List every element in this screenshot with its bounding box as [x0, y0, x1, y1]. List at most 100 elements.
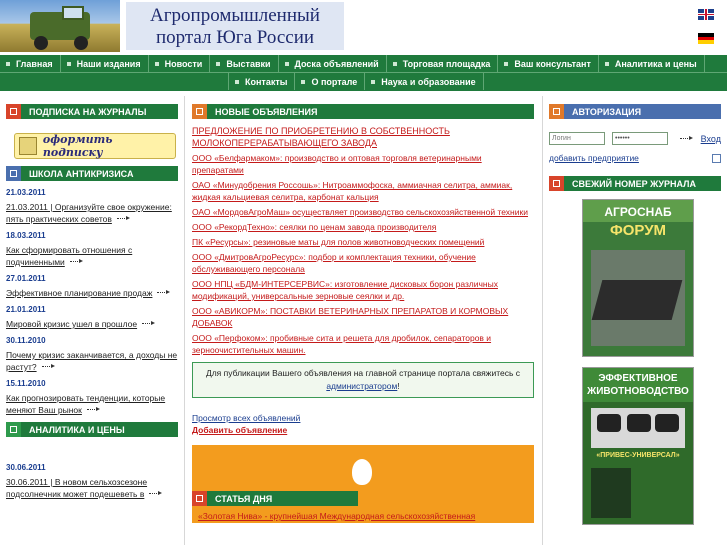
login-input[interactable]: [549, 132, 605, 145]
journal-header: СВЕЖИЙ НОМЕР ЖУРНАЛА: [549, 176, 721, 191]
admin-link[interactable]: администратором: [326, 381, 397, 391]
auth-header: АВТОРИЗАЦИЯ: [549, 104, 721, 119]
nav-item[interactable]: Новости: [149, 55, 211, 72]
news-item: 30.06.2011 30.06.2011 | В новом сельхозсе…: [6, 463, 178, 500]
nav-item[interactable]: Наши издания: [61, 55, 149, 72]
nav-item[interactable]: Выставки: [210, 55, 279, 72]
left-column: ПОДПИСКА НА ЖУРНАЛЫ оформить подписку ШК…: [6, 104, 178, 506]
news-date: 21.03.2011: [6, 188, 46, 197]
middle-column: НОВЫЕ ОБЪЯВЛЕНИЯ ПРЕДЛОЖЕНИЕ ПО ПРИОБРЕТ…: [192, 104, 534, 523]
bullet-icon: [154, 61, 159, 66]
mag1-line2: ФОРУМ: [609, 222, 667, 239]
nav-item-label: Контакты: [245, 76, 288, 87]
bullet-icon: [6, 61, 10, 66]
news-link[interactable]: 30.06.2011 | В новом сельхозсезоне подсо…: [6, 477, 147, 499]
news-date: 27.01.2011: [6, 274, 46, 283]
subscribe-button[interactable]: оформить подписку: [14, 133, 176, 159]
bullet-icon: [371, 79, 376, 84]
german-flag-icon[interactable]: [698, 33, 714, 44]
subscription-title: ПОДПИСКА НА ЖУРНАЛЫ: [29, 106, 147, 117]
egg-icon: [352, 459, 372, 485]
lock-icon: [549, 104, 564, 119]
english-flag-icon[interactable]: [698, 9, 714, 20]
enter-link[interactable]: Вход: [701, 134, 721, 144]
news-item: 30.11.2010 Почему кризис заканчивается, а…: [6, 336, 178, 373]
nav-item-label: Главная: [16, 58, 53, 69]
header-photo: [0, 0, 120, 52]
article-header: СТАТЬЯ ДНЯ: [192, 491, 358, 506]
news-date: 30.11.2010: [6, 336, 46, 345]
window-icon[interactable]: [712, 153, 721, 163]
ad-link[interactable]: ООО НПЦ «БДМ-ИНТЕРСЕРВИС»: изготовление …: [192, 278, 534, 302]
bullet-icon: [392, 61, 397, 66]
nav-item[interactable]: Доска объявлений: [279, 55, 387, 72]
pencil-icon: [19, 137, 37, 155]
ads-list: ПРЕДЛОЖЕНИЕ ПО ПРИОБРЕТЕНИЮ В СОБСТВЕННО…: [192, 125, 534, 356]
ad-link[interactable]: ООО «Белфармаком»: производство и оптова…: [192, 152, 534, 176]
nav-item[interactable]: Наука и образование: [365, 73, 484, 90]
view-all-ads-link[interactable]: Просмотр всех объявлений: [192, 413, 300, 423]
crisis-header: ШКОЛА АНТИКРИЗИСА: [6, 166, 178, 181]
nav-item[interactable]: Торговая площадка: [387, 55, 499, 72]
ad-link[interactable]: ОАО «МордовАгроМаш» осуществляет произво…: [192, 206, 534, 218]
more-arrow-icon[interactable]: [69, 258, 84, 264]
nav-item-label: О портале: [311, 76, 358, 87]
crisis-title: ШКОЛА АНТИКРИЗИСА: [29, 168, 134, 179]
promo-banner[interactable]: СТАТЬЯ ДНЯ «Золотая Нива» - крупнейшая М…: [192, 445, 534, 523]
news-item: 18.03.2011 Как сформировать отношения с п…: [6, 231, 178, 268]
news-link[interactable]: Почему кризис заканчивается, а доходы не…: [6, 350, 177, 372]
mag2-title: ЭФФЕКТИВНОЕ ЖИВОТНОВОДСТВО: [587, 373, 689, 397]
ad-link[interactable]: ПК «Ресурсы»: резиновые маты для полов ж…: [192, 236, 534, 248]
bullet-icon: [284, 61, 289, 66]
article-link[interactable]: «Золотая Нива» - крупнейшая Международна…: [198, 511, 475, 521]
more-arrow-icon[interactable]: [142, 320, 156, 326]
nav-item[interactable]: О портале: [295, 73, 366, 90]
ad-link[interactable]: ПРЕДЛОЖЕНИЕ ПО ПРИОБРЕТЕНИЮ В СОБСТВЕННО…: [192, 125, 534, 149]
news-link[interactable]: Мировой кризис ушел в прошлое: [6, 319, 137, 329]
building-icon: [192, 104, 207, 119]
bullet-icon: [216, 61, 221, 66]
nav-item-label: Аналитика и цены: [614, 58, 697, 69]
site-title-line2: портал Юга России: [155, 27, 315, 48]
news-link[interactable]: Эффективное планирование продаж: [6, 288, 152, 298]
more-arrow-icon[interactable]: [41, 363, 56, 369]
nav-item[interactable]: Ваш консультант: [498, 55, 599, 72]
password-field[interactable]: [612, 132, 668, 145]
nav-item[interactable]: Контакты: [228, 73, 296, 90]
bullet-icon: [301, 79, 306, 84]
site-title-line1: Агропромышленный: [150, 5, 320, 26]
bullet-icon: [235, 79, 239, 84]
enter-arrow-icon: [680, 135, 694, 141]
ad-link[interactable]: ООО «РекордТехно»: сеялки по ценам завод…: [192, 221, 534, 233]
nav-item-label: Наука и образование: [381, 76, 476, 87]
magazine-cover-livestock[interactable]: ЭФФЕКТИВНОЕ ЖИВОТНОВОДСТВО «ПРИВЕС-УНИВЕ…: [582, 367, 694, 525]
ads-title: НОВЫЕ ОБЪЯВЛЕНИЯ: [215, 106, 318, 117]
ad-link[interactable]: ООО «АВИКОРМ»: ПОСТАВКИ ВЕТЕРИНАРНЫХ ПРЕ…: [192, 305, 534, 329]
book-icon: [6, 166, 21, 181]
news-date: 15.11.2010: [6, 379, 46, 388]
publish-notice: Для публикации Вашего объявления на глав…: [192, 362, 534, 398]
news-link[interactable]: Как прогнозировать тенденции, которые ме…: [6, 393, 165, 415]
news-item: 27.01.2011 Эффективное планирование прода…: [6, 274, 178, 299]
article-icon: [192, 491, 207, 506]
more-arrow-icon[interactable]: [149, 490, 163, 496]
nav-item[interactable]: Главная: [0, 55, 61, 72]
nav-item[interactable]: Аналитика и цены: [599, 55, 705, 72]
add-ad-link[interactable]: Добавить объявление: [192, 425, 287, 435]
news-link[interactable]: 21.03.2011 | Организуйте свое окружение:…: [6, 202, 172, 224]
more-arrow-icon[interactable]: [86, 406, 101, 412]
site-title[interactable]: Агропромышленный портал Юга России: [126, 2, 344, 50]
news-date: 30.06.2011: [6, 463, 46, 472]
nav-item-label: Доска объявлений: [294, 58, 379, 69]
mag1-line1: АГРОСНАБ: [604, 205, 672, 219]
subscribe-label: оформить подписку: [42, 133, 113, 159]
ad-link[interactable]: ООО «ДмитровАгроРесурс»: подбор и компле…: [192, 251, 534, 275]
more-arrow-icon[interactable]: [116, 215, 131, 221]
ad-link[interactable]: ОАО «Минудобрения Россошь»: Нитроаммофос…: [192, 179, 534, 203]
journal-icon: [6, 104, 21, 119]
add-company-link[interactable]: добавить предприятие: [549, 153, 639, 163]
more-arrow-icon[interactable]: [157, 289, 171, 295]
ad-link[interactable]: ООО «Перфоком»: пробивные сита и решета …: [192, 332, 534, 356]
magazine-cover-agrosnab[interactable]: АГРОСНАБ ФОРУМ: [582, 199, 694, 357]
mag2-sub: «ПРИВЕС-УНИВЕРСАЛ»: [596, 452, 680, 459]
